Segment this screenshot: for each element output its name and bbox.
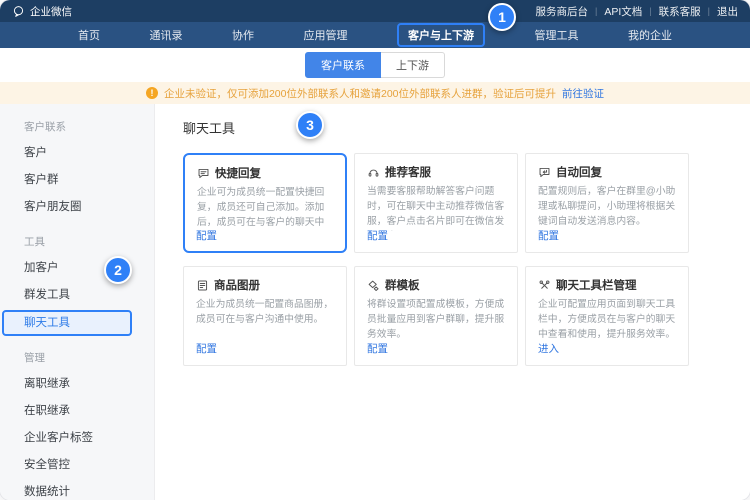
card-grid: 快捷回复 企业可为成员统一配置快捷回复，成员还可自己添加。添加后，成员可在与客户…: [183, 153, 750, 366]
recommend-service-icon: [367, 166, 380, 179]
main-content: 聊天工具 快捷回复 企业可为成员统一配置快捷回复，成员还可自己添加。添加后，成员…: [155, 104, 750, 500]
page-title: 聊天工具: [183, 118, 750, 137]
warning-icon: !: [146, 87, 158, 99]
sidebar-group-customer-contact: 客户联系: [0, 106, 154, 140]
card-title: 自动回复: [556, 164, 602, 180]
card-description: 企业为成员统一配置商品图册，成员可在与客户沟通中使用。: [196, 298, 334, 344]
sidebar-item-resigned-handover[interactable]: 离职继承: [0, 371, 154, 398]
card-description: 当需要客服帮助解答客户问题时，可在聊天中主动推荐微信客服，客户点击名片即可在微信…: [367, 185, 505, 231]
annotation-step-3: 3: [296, 111, 324, 139]
card-title: 群模板: [385, 277, 420, 293]
brand: 企业微信: [12, 4, 72, 19]
sidebar-item-customer-groups[interactable]: 客户群: [0, 167, 154, 194]
topbar-link-api-docs[interactable]: API文档: [604, 4, 642, 19]
topbar-link-provider[interactable]: 服务商后台: [536, 4, 589, 19]
go-verify-link[interactable]: 前往验证: [562, 86, 604, 101]
group-template-icon: [367, 279, 380, 292]
chat-toolbar-icon: [538, 279, 551, 292]
sidebar-item-chat-tools[interactable]: 聊天工具: [2, 310, 132, 336]
topbar: 企业微信 服务商后台 | API文档 | 联系客服 | 退出: [0, 0, 750, 22]
divider: |: [595, 6, 597, 16]
card-quick-reply: 快捷回复 企业可为成员统一配置快捷回复，成员还可自己添加。添加后，成员可在与客户…: [183, 153, 347, 253]
nav-item-app-management[interactable]: 应用管理: [304, 27, 348, 43]
nav-item-admin-tools[interactable]: 管理工具: [535, 27, 579, 43]
wechat-work-logo-icon: [12, 5, 25, 18]
sidebar-item-bulk-message-tool[interactable]: 群发工具: [0, 282, 154, 309]
brand-name: 企业微信: [30, 4, 72, 19]
topbar-links: 服务商后台 | API文档 | 联系客服 | 退出: [536, 4, 738, 19]
chat-toolbar-enter-link[interactable]: 进入: [538, 341, 559, 356]
divider: |: [708, 6, 710, 16]
card-title: 快捷回复: [215, 165, 261, 181]
sidebar-item-customer-moments[interactable]: 客户朋友圈: [0, 194, 154, 221]
nav-item-my-company[interactable]: 我的企业: [628, 27, 672, 43]
card-description: 将群设置项配置成模板，方便成员批量应用到客户群聊，提升服务效率。: [367, 298, 505, 344]
sidebar-item-security-control[interactable]: 安全管控: [0, 452, 154, 479]
nav-item-home[interactable]: 首页: [78, 27, 100, 43]
main-nav: 首页 通讯录 协作 应用管理 客户与上下游 管理工具 我的企业: [0, 22, 750, 48]
topbar-link-logout[interactable]: 退出: [717, 4, 738, 19]
verification-banner: ! 企业未验证，仅可添加200位外部联系人和邀请200位外部联系人进群，验证后可…: [0, 82, 750, 104]
card-product-album: 商品图册 企业为成员统一配置商品图册，成员可在与客户沟通中使用。 配置: [183, 266, 347, 366]
product-album-configure-link[interactable]: 配置: [196, 341, 217, 356]
card-group-template: 群模板 将群设置项配置成模板，方便成员批量应用到客户群聊，提升服务效率。 配置: [354, 266, 518, 366]
quick-reply-icon: [197, 167, 210, 180]
sidebar-group-tools: 工具: [0, 221, 154, 255]
nav-item-customers-upstream-downstream[interactable]: 客户与上下游: [397, 23, 485, 47]
banner-text: 企业未验证，仅可添加200位外部联系人和邀请200位外部联系人进群，验证后可提升: [164, 86, 556, 101]
tabs: 客户联系 上下游: [305, 52, 445, 78]
card-recommend-service: 推荐客服 当需要客服帮助解答客户问题时，可在聊天中主动推荐微信客服，客户点击名片…: [354, 153, 518, 253]
annotation-step-1: 1: [488, 3, 516, 31]
card-title: 商品图册: [214, 277, 260, 293]
card-auto-reply: 自动回复 配置规则后，客户在群里@小助理或私聊提问，小助理将根据关键词自动发送消…: [525, 153, 689, 253]
card-description: 企业可为成员统一配置快捷回复，成员还可自己添加。添加后，成员可在与客户的聊天中使…: [197, 186, 333, 232]
card-description: 配置规则后，客户在群里@小助理或私聊提问，小助理将根据关键词自动发送消息内容。: [538, 185, 676, 231]
auto-reply-configure-link[interactable]: 配置: [538, 228, 559, 243]
card-title: 推荐客服: [385, 164, 431, 180]
sidebar: 客户联系 客户 客户群 客户朋友圈 工具 加客户 群发工具 聊天工具 管理 离职…: [0, 104, 155, 500]
app-window: 企业微信 服务商后台 | API文档 | 联系客服 | 退出 首页 通讯录 协作 应用…: [0, 0, 750, 500]
nav-item-contacts[interactable]: 通讯录: [150, 27, 183, 43]
divider: |: [649, 6, 651, 16]
quick-reply-configure-link[interactable]: 配置: [196, 228, 217, 243]
tab-upstream-downstream[interactable]: 上下游: [381, 52, 445, 78]
card-title: 聊天工具栏管理: [556, 277, 637, 293]
card-chat-toolbar-management: 聊天工具栏管理 企业可配置应用页面到聊天工具栏中，方便成员在与客户的聊天中查看和…: [525, 266, 689, 366]
tab-strip: 客户联系 上下游: [0, 48, 750, 82]
recommend-service-configure-link[interactable]: 配置: [367, 228, 388, 243]
sidebar-item-onjob-handover[interactable]: 在职继承: [0, 398, 154, 425]
annotation-step-2: 2: [104, 256, 132, 284]
tab-customer-contact[interactable]: 客户联系: [305, 52, 381, 78]
sidebar-item-customers[interactable]: 客户: [0, 140, 154, 167]
body: 客户联系 客户 客户群 客户朋友圈 工具 加客户 群发工具 聊天工具 管理 离职…: [0, 104, 750, 500]
sidebar-item-data-statistics[interactable]: 数据统计: [0, 479, 154, 500]
sidebar-group-management: 管理: [0, 337, 154, 371]
sidebar-item-customer-tags[interactable]: 企业客户标签: [0, 425, 154, 452]
auto-reply-icon: [538, 166, 551, 179]
topbar-link-contact-support[interactable]: 联系客服: [659, 4, 701, 19]
group-template-configure-link[interactable]: 配置: [367, 341, 388, 356]
product-album-icon: [196, 279, 209, 292]
nav-item-collaboration[interactable]: 协作: [232, 27, 254, 43]
card-description: 企业可配置应用页面到聊天工具栏中，方便成员在与客户的聊天中查看和使用，提升服务效…: [538, 298, 676, 344]
